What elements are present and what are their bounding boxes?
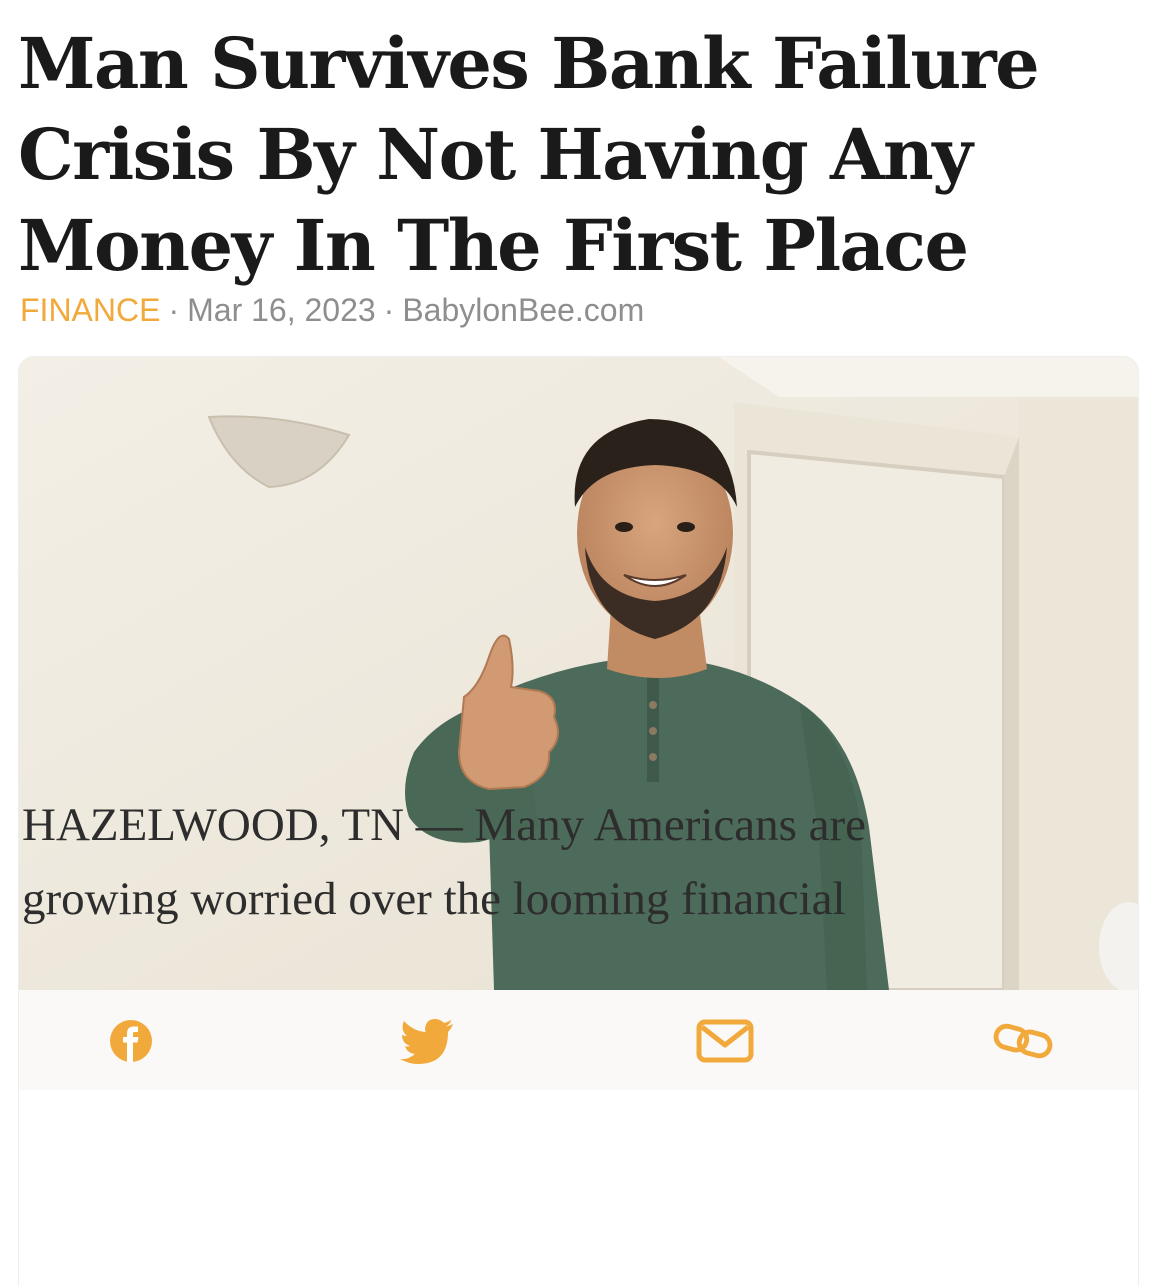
- share-bar: [19, 990, 1138, 1090]
- meta-separator: ·: [383, 292, 395, 328]
- twitter-icon[interactable]: [397, 1018, 457, 1064]
- body-line: growing worried over the looming financi…: [22, 873, 846, 925]
- article-body: HAZELWOOD, TN — Many Americans are growi…: [22, 788, 1102, 936]
- headline: Man Survives Bank Failure Crisis By Not …: [18, 22, 1040, 287]
- facebook-icon[interactable]: [101, 1018, 161, 1064]
- publish-date: Mar 16, 2023: [187, 292, 376, 328]
- body-line: HAZELWOOD, TN — Many Americans are: [22, 799, 867, 851]
- link-icon[interactable]: [993, 1018, 1053, 1064]
- article-meta: FINANCE · Mar 16, 2023 · BabylonBee.com: [20, 292, 644, 329]
- source-label: BabylonBee.com: [402, 292, 645, 328]
- meta-separator: ·: [168, 292, 180, 328]
- category-link[interactable]: FINANCE: [20, 292, 160, 328]
- email-icon[interactable]: [695, 1018, 755, 1064]
